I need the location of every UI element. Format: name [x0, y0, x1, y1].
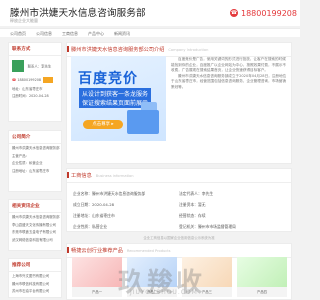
biz-info-cell: 成立日期：2020-04-28 [73, 201, 115, 207]
sidebar-recommend-title: 推荐公司 [9, 259, 61, 272]
contact-phone[interactable]: ☎ 18800199208 [9, 76, 61, 85]
intro-paragraph: 滕州市洪婕天水信息咨询服务部成立于2020年04月28日，注册地位于山东省枣庄市… [171, 73, 287, 89]
contact-name: 联系人：李先生 [27, 64, 52, 69]
product-card[interactable]: 产品一 [72, 257, 122, 297]
sidebar-contact-title: 联系方式 [9, 43, 61, 56]
biz-info-cell: 注册资本：暂无 [179, 201, 206, 207]
contact-phone-text: 18800199208 [17, 78, 42, 83]
recommend-link[interactable]: 苏州市石油平台有限公司 [9, 287, 61, 295]
main-nav: 公司首页 公司信息 工商信息 产品中心 新闻资讯 [0, 28, 300, 37]
biz-info-cell: 注册地址：山东省枣庄市 [73, 212, 115, 218]
phone-icon: ☎ [230, 9, 238, 17]
biz-info-row: 企业性质：私营企业 登记机关：滕州市市场监督管理局 [73, 221, 285, 232]
nav-item-news[interactable]: 新闻资讯 [114, 31, 130, 37]
biz-info-grid: 企业名称：滕州市洪婕天水信息咨询服务部 法定代表人：李先生 成立日期：2020-… [67, 183, 291, 237]
banner-title: 百度竞价 [78, 71, 138, 87]
intro-paragraph: 百度竞价是广告，使用关键词的形式进行投放，让客户在搜索的时候能找到你的企业，百度… [171, 57, 286, 73]
recommend-link[interactable]: 滕州市联信科技有限公司 [9, 280, 61, 288]
related-link[interactable]: 武汉网络信息科技有限公司 [9, 236, 61, 244]
biz-info-row: 企业名称：滕州市洪婕天水信息咨询服务部 法定代表人：李先生 [73, 188, 285, 199]
watermark-subtext: JIUYOUSHOU.COM [130, 289, 198, 296]
site-subtitle: 释放企业大能量 [10, 18, 38, 23]
product-label: 产品四 [256, 290, 268, 294]
biz-section-header: 工商信息 Business information [67, 169, 291, 183]
banner-laptop-illustration [127, 110, 159, 134]
sidebar-intro-card: 公司简介 滕州市洪婕天水信息咨询服务部 主营产品： 企业性质：私营企业 注册地址… [8, 130, 62, 192]
biz-info-cell: 法定代表人：李先生 [179, 190, 214, 196]
sidebar-related-card: 相关资讯企业 滕州市洪婕天水信息咨询服务部 李山县盛天文化传播有限公司 东莞市联… [8, 199, 62, 251]
contact-date: 注册时间：2020-04-28 [12, 94, 49, 99]
product-label: 产品一 [91, 290, 103, 294]
biz-section-en: Business information [95, 174, 134, 178]
intro-section-title: 滕州市洪婕天水信息咨询服务部公司介绍 [71, 47, 165, 53]
nav-item-business[interactable]: 工商信息 [62, 31, 78, 37]
sidebar-contact-card: 联系方式 联系人：李先生 ☎ 18800199208 地址：山东省枣庄市 注册时… [8, 42, 62, 122]
header-phone[interactable]: 18800199208 [241, 9, 297, 18]
sidebar-intro-line: 企业性质：私营企业 [12, 161, 43, 166]
biz-info-cell: 企业性质：私营企业 [73, 223, 108, 229]
sidebar-intro-line: 主营产品： [12, 153, 29, 158]
contact-avatar-row: 联系人：李先生 [9, 56, 61, 76]
biz-footer-note: 企业工商信息以国家企业信用信息公示系统为准 [143, 236, 215, 240]
product-image [72, 257, 122, 287]
intro-section-en: Company Introduction [168, 48, 209, 52]
biz-info-cell: 经营状态：存续 [179, 212, 206, 218]
top-header: 滕州市洪婕天水信息咨询服务部 释放企业大能量 ☎ 18800199208 [0, 0, 300, 26]
related-link[interactable]: 李山县盛天文化传播有限公司 [9, 221, 61, 229]
wechat-badge-icon [43, 77, 54, 84]
sidebar-recommend-card: 推荐公司 上海市外文图书有限公司 滕州市联信科技有限公司 苏州市石油平台有限公司 [8, 258, 62, 298]
intro-text: 百度竞价是广告，使用关键词的形式进行投放，让客户在搜索的时候能找到你的企业，百度… [171, 57, 289, 91]
related-link[interactable]: 滕州市洪婕天水信息咨询服务部 [9, 213, 61, 221]
products-section-en: Recommended Products [126, 249, 171, 253]
avatar [12, 60, 24, 72]
product-image [237, 257, 287, 287]
ad-banner[interactable]: 百度竞价 从设计到获客一条龙服务 保证搜索结果页面前展示 点击尊享 ▸ [71, 56, 166, 141]
related-link[interactable]: 东莞市联鑫五金电子有限公司 [9, 228, 61, 236]
sidebar-intro-line: 注册地址：山东省枣庄市 [12, 169, 50, 174]
biz-info-cell: 登记机关：滕州市市场监督管理局 [179, 223, 236, 229]
site-title[interactable]: 滕州市洪婕天水信息咨询服务部 [10, 5, 146, 19]
recommend-link[interactable]: 上海市外文图书有限公司 [9, 272, 61, 280]
nav-item-company[interactable]: 公司信息 [36, 31, 52, 37]
biz-info-row: 成立日期：2020-04-28 注册资本：暂无 [73, 199, 285, 210]
biz-section-title: 工商信息 [71, 173, 92, 179]
sidebar-related-title: 相关资讯企业 [9, 200, 61, 213]
company-intro-section: 滕州市洪婕天水信息咨询服务部公司介绍 Company Introduction 百… [66, 42, 292, 164]
biz-info-row: 注册地址：山东省枣庄市 经营状态：存续 [73, 210, 285, 221]
product-card[interactable]: 产品四 [237, 257, 287, 297]
sidebar-intro-title: 公司简介 [9, 131, 61, 144]
nav-item-home[interactable]: 公司首页 [10, 31, 26, 37]
banner-cta-button[interactable]: 点击尊享 ▸ [83, 120, 123, 129]
contact-address: 地址：山东省枣庄市 [12, 86, 43, 91]
intro-section-header: 滕州市洪婕天水信息咨询服务部公司介绍 Company Introduction [67, 43, 291, 57]
products-section-title: 畅捷云创行业推荐产品 [71, 248, 123, 254]
business-info-section: 工商信息 Business information 企业名称：滕州市洪婕天水信息咨… [66, 168, 292, 232]
nav-item-products[interactable]: 产品中心 [88, 31, 104, 37]
sidebar-intro-line: 滕州市洪婕天水信息咨询服务部 [12, 146, 60, 151]
biz-info-cell: 企业名称：滕州市洪婕天水信息咨询服务部 [73, 190, 146, 196]
products-section-header: 畅捷云创行业推荐产品 Recommended Products [67, 244, 291, 258]
